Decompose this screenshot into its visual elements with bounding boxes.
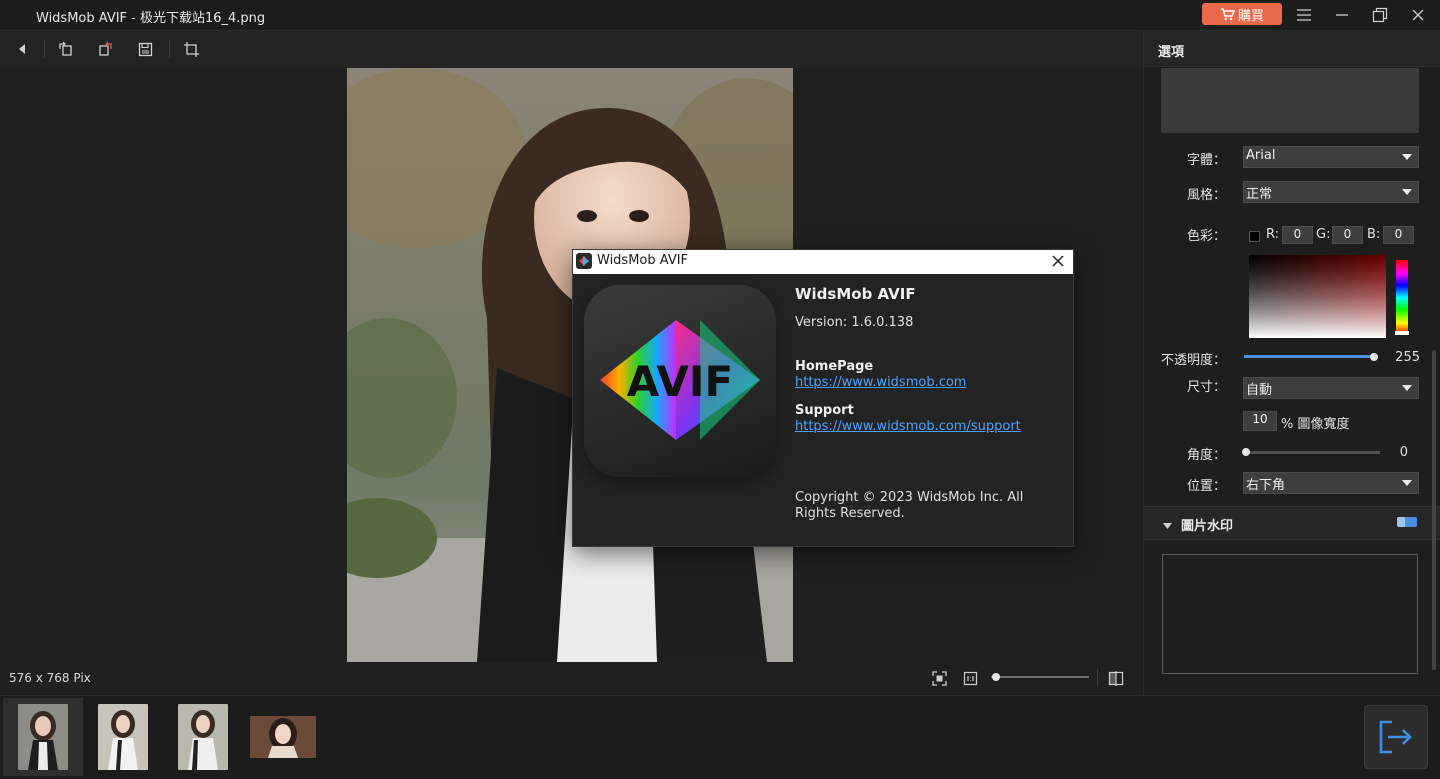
opacity-slider-fill bbox=[1244, 355, 1374, 358]
about-app-name: WidsMob AVIF bbox=[795, 285, 916, 303]
close-icon[interactable] bbox=[1405, 4, 1431, 26]
b-label: B: bbox=[1367, 227, 1381, 242]
font-select[interactable]: Arial bbox=[1243, 146, 1419, 168]
thumbnail-4[interactable] bbox=[243, 698, 323, 776]
watermark-text-input[interactable] bbox=[1161, 68, 1419, 133]
homepage-heading: HomePage bbox=[795, 359, 874, 374]
angle-value: 0 bbox=[1399, 445, 1408, 460]
angle-slider-handle[interactable] bbox=[1242, 448, 1250, 456]
options-panel-header bbox=[1144, 31, 1440, 67]
image-watermark-dropzone[interactable] bbox=[1162, 554, 1418, 674]
position-select[interactable]: 右下角 bbox=[1243, 472, 1419, 494]
image-dimensions: 576 x 768 Pix bbox=[9, 671, 91, 685]
hue-slider[interactable] bbox=[1396, 260, 1408, 335]
save-icon[interactable] bbox=[133, 38, 157, 60]
rotate-right-icon[interactable] bbox=[93, 38, 117, 60]
app-logo: AVIF bbox=[584, 285, 776, 477]
style-select[interactable]: 正常 bbox=[1243, 181, 1419, 203]
zoom-slider[interactable] bbox=[991, 676, 1089, 678]
size-select-value: 自動 bbox=[1246, 383, 1273, 398]
zoom-slider-handle[interactable] bbox=[991, 673, 1000, 681]
panel-scrollbar[interactable] bbox=[1432, 350, 1436, 670]
chevron-down-icon bbox=[1402, 189, 1412, 195]
support-heading: Support bbox=[795, 403, 854, 418]
opacity-slider[interactable] bbox=[1244, 355, 1374, 358]
cart-icon bbox=[1220, 7, 1235, 20]
thumbnail-3[interactable] bbox=[163, 698, 243, 776]
back-arrow-icon[interactable] bbox=[10, 38, 34, 60]
chevron-down-icon bbox=[1402, 154, 1412, 160]
compare-icon[interactable] bbox=[1104, 667, 1128, 689]
options-panel-title: 選項 bbox=[1158, 45, 1185, 60]
restore-icon[interactable] bbox=[1367, 4, 1393, 26]
menu-icon[interactable] bbox=[1291, 4, 1317, 26]
about-dialog-title: WidsMob AVIF bbox=[597, 253, 689, 268]
font-select-value: Arial bbox=[1246, 148, 1276, 163]
percent-input[interactable]: 10 bbox=[1243, 411, 1277, 431]
image-watermark-toggle[interactable] bbox=[1397, 517, 1417, 527]
r-input[interactable]: 0 bbox=[1282, 226, 1313, 244]
size-select[interactable]: 自動 bbox=[1243, 377, 1419, 399]
color-label: 色彩： bbox=[1186, 229, 1226, 244]
fit-screen-icon[interactable] bbox=[927, 667, 951, 689]
style-select-value: 正常 bbox=[1246, 187, 1273, 202]
app-small-logo-icon bbox=[576, 253, 592, 273]
position-select-value: 右下角 bbox=[1246, 478, 1286, 493]
angle-label: 角度： bbox=[1186, 448, 1226, 463]
toolbar-divider bbox=[44, 40, 45, 58]
position-label: 位置： bbox=[1186, 479, 1226, 494]
support-link[interactable]: https://www.widsmob.com/support bbox=[795, 419, 1021, 434]
export-button[interactable] bbox=[1364, 705, 1428, 769]
color-picker-field[interactable] bbox=[1249, 255, 1386, 338]
r-label: R: bbox=[1266, 227, 1280, 242]
image-watermark-label: 圖片水印 bbox=[1181, 519, 1234, 534]
copyright-text: Copyright © 2023 WidsMob Inc. All Rights… bbox=[795, 490, 1024, 521]
app-logo-text: AVIF bbox=[627, 357, 733, 406]
collapse-triangle-icon[interactable] bbox=[1163, 519, 1172, 534]
chevron-down-icon bbox=[1402, 385, 1412, 391]
color-swatch[interactable] bbox=[1249, 231, 1260, 242]
divider bbox=[1097, 669, 1098, 687]
opacity-label: 不透明度： bbox=[1160, 353, 1226, 368]
opacity-slider-handle[interactable] bbox=[1370, 353, 1378, 361]
buy-button-label: 購買 bbox=[1237, 8, 1264, 24]
size-label: 尺寸： bbox=[1186, 380, 1226, 395]
toolbar bbox=[0, 31, 1143, 68]
b-input[interactable]: 0 bbox=[1383, 226, 1414, 244]
opacity-value: 255 bbox=[1395, 350, 1420, 365]
font-label: 字體： bbox=[1186, 153, 1226, 168]
window-title: WidsMob AVIF - 极光下载站16_4.png bbox=[36, 11, 266, 26]
angle-slider[interactable] bbox=[1244, 451, 1380, 454]
about-version: Version: 1.6.0.138 bbox=[795, 315, 914, 330]
actual-size-icon[interactable] bbox=[958, 667, 982, 689]
g-input[interactable]: 0 bbox=[1332, 226, 1363, 244]
buy-button[interactable]: 購買 bbox=[1202, 3, 1282, 25]
thumbnail-2[interactable] bbox=[83, 698, 163, 776]
style-label: 風格： bbox=[1186, 188, 1226, 203]
percent-suffix: % 圖像寬度 bbox=[1281, 417, 1350, 432]
thumbnail-1[interactable] bbox=[3, 698, 83, 776]
chevron-down-icon bbox=[1402, 480, 1412, 486]
export-icon bbox=[1379, 720, 1412, 754]
rotate-left-icon[interactable] bbox=[54, 38, 78, 60]
minimize-icon[interactable] bbox=[1329, 4, 1355, 26]
toolbar-divider bbox=[169, 40, 170, 58]
g-label: G: bbox=[1316, 227, 1331, 242]
hue-slider-handle[interactable] bbox=[1395, 331, 1409, 335]
homepage-link[interactable]: https://www.widsmob.com bbox=[795, 375, 966, 390]
close-icon[interactable] bbox=[1047, 251, 1069, 271]
crop-icon[interactable] bbox=[179, 38, 203, 60]
